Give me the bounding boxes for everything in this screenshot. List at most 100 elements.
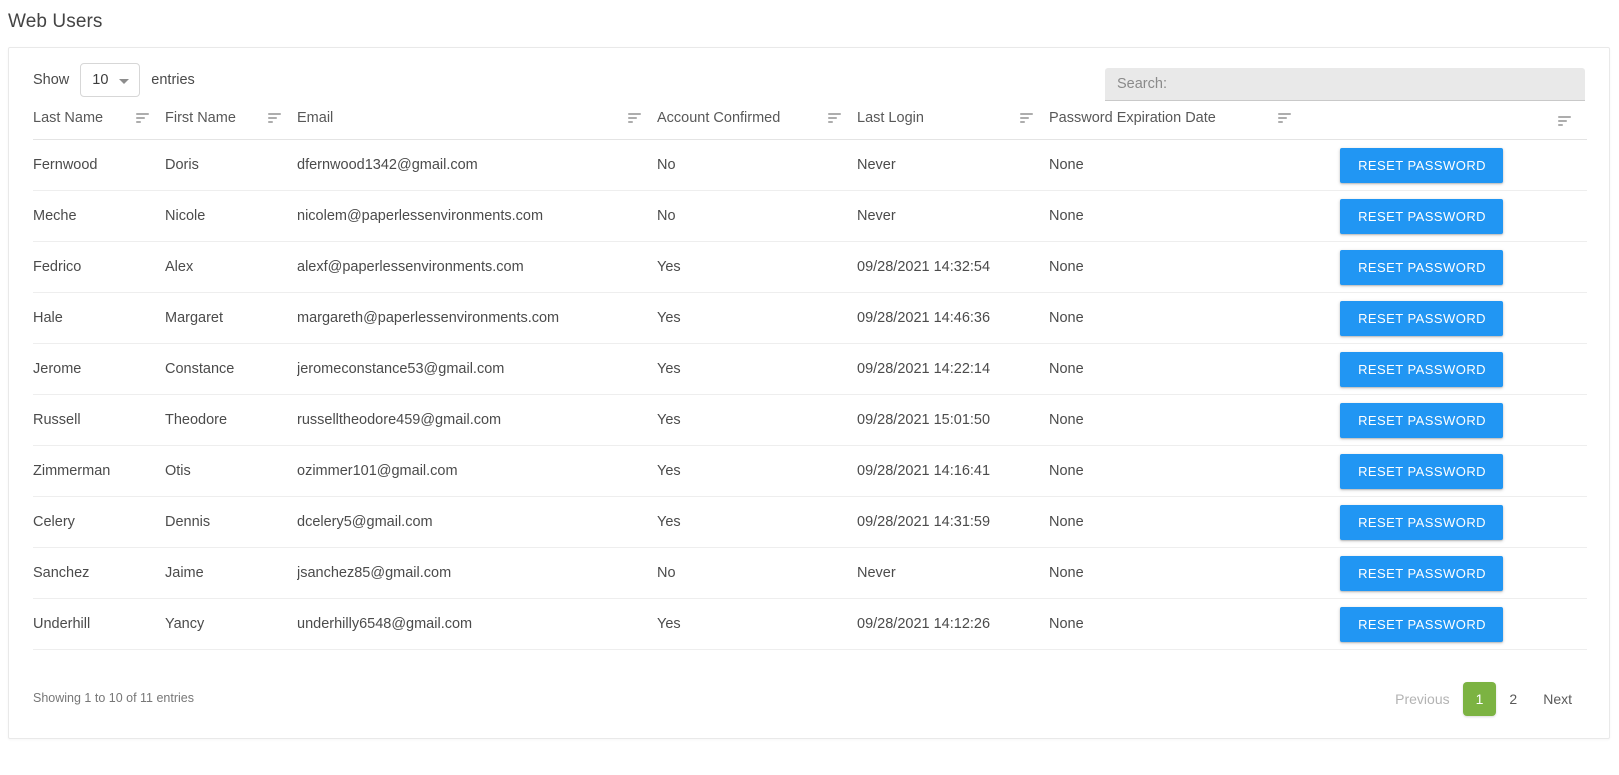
cell-first-name: Theodore — [165, 394, 297, 446]
cell-account-confirmed: Yes — [657, 496, 857, 548]
pagination-page-1[interactable]: 1 — [1462, 682, 1497, 716]
reset-password-button[interactable]: RESET PASSWORD — [1340, 453, 1503, 489]
reset-password-button[interactable]: RESET PASSWORD — [1340, 147, 1503, 183]
sort-descending-icon[interactable] — [1558, 116, 1571, 126]
table-row: Russell Theodore russelltheodore459@gmai… — [33, 394, 1587, 446]
cell-actions: RESET PASSWORD — [1307, 394, 1587, 446]
table-row: Meche Nicole nicolem@paperlessenvironmen… — [33, 190, 1587, 242]
pagination-next[interactable]: Next — [1530, 684, 1585, 714]
sort-descending-icon[interactable] — [828, 113, 841, 123]
cell-actions: RESET PASSWORD — [1307, 598, 1587, 650]
cell-last-name: Zimmerman — [33, 445, 165, 497]
reset-password-button[interactable]: RESET PASSWORD — [1340, 198, 1503, 234]
reset-password-button[interactable]: RESET PASSWORD — [1340, 300, 1503, 336]
cell-email: alexf@paperlessenvironments.com — [297, 241, 657, 293]
table-row: Fedrico Alex alexf@paperlessenvironments… — [33, 241, 1587, 293]
column-label: Password Expiration Date — [1049, 110, 1216, 126]
cell-password-expiration-date: None — [1049, 292, 1307, 344]
column-label: Account Confirmed — [657, 110, 781, 126]
reset-password-button[interactable]: RESET PASSWORD — [1340, 249, 1503, 285]
web-users-table: Last Name First Name Email Account Confi… — [33, 110, 1587, 650]
sort-descending-icon[interactable] — [1278, 113, 1291, 123]
reset-password-button[interactable]: RESET PASSWORD — [1340, 351, 1503, 387]
cell-actions: RESET PASSWORD — [1307, 343, 1587, 395]
entries-info: Showing 1 to 10 of 11 entries — [33, 691, 194, 705]
cell-email: dfernwood1342@gmail.com — [297, 139, 657, 191]
cell-account-confirmed: Yes — [657, 292, 857, 344]
table-row: Underhill Yancy underhilly6548@gmail.com… — [33, 598, 1587, 650]
cell-last-login: 09/28/2021 14:12:26 — [857, 598, 1049, 650]
cell-first-name: Yancy — [165, 598, 297, 650]
cell-actions: RESET PASSWORD — [1307, 496, 1587, 548]
pagination-page-2[interactable]: 2 — [1496, 682, 1530, 716]
sort-descending-icon[interactable] — [628, 113, 641, 123]
column-label: Last Name — [33, 110, 104, 126]
cell-password-expiration-date: None — [1049, 394, 1307, 446]
cell-last-name: Underhill — [33, 598, 165, 650]
table-row: Celery Dennis dcelery5@gmail.com Yes 09/… — [33, 496, 1587, 548]
reset-password-button[interactable]: RESET PASSWORD — [1340, 555, 1503, 591]
reset-password-button[interactable]: RESET PASSWORD — [1340, 606, 1503, 642]
cell-password-expiration-date: None — [1049, 241, 1307, 293]
sort-descending-icon[interactable] — [268, 113, 281, 123]
entries-per-page-select[interactable]: 10 — [80, 63, 141, 97]
pagination-previous[interactable]: Previous — [1382, 684, 1462, 714]
cell-first-name: Doris — [165, 139, 297, 191]
table-row: Jerome Constance jeromeconstance53@gmail… — [33, 343, 1587, 395]
cell-password-expiration-date: None — [1049, 547, 1307, 599]
column-label: Last Login — [857, 110, 924, 126]
cell-actions: RESET PASSWORD — [1307, 547, 1587, 599]
cell-first-name: Otis — [165, 445, 297, 497]
page-title: Web Users — [8, 11, 103, 32]
column-header-account-confirmed[interactable]: Account Confirmed — [657, 110, 857, 140]
cell-last-name: Hale — [33, 292, 165, 344]
cell-actions: RESET PASSWORD — [1307, 292, 1587, 344]
cell-first-name: Jaime — [165, 547, 297, 599]
table-header-row: Last Name First Name Email Account Confi… — [33, 110, 1587, 140]
cell-last-login: 09/28/2021 14:22:14 — [857, 343, 1049, 395]
cell-email: underhilly6548@gmail.com — [297, 598, 657, 650]
cell-email: jeromeconstance53@gmail.com — [297, 343, 657, 395]
cell-password-expiration-date: None — [1049, 343, 1307, 395]
column-header-first-name[interactable]: First Name — [165, 110, 297, 140]
cell-password-expiration-date: None — [1049, 190, 1307, 242]
sort-descending-icon[interactable] — [136, 113, 149, 123]
cell-last-login: 09/28/2021 14:46:36 — [857, 292, 1049, 344]
cell-password-expiration-date: None — [1049, 598, 1307, 650]
cell-account-confirmed: Yes — [657, 394, 857, 446]
show-label: Show — [33, 72, 70, 88]
reset-password-button[interactable]: RESET PASSWORD — [1340, 504, 1503, 540]
entries-label: entries — [151, 72, 195, 88]
cell-last-login: 09/28/2021 14:32:54 — [857, 241, 1049, 293]
cell-actions: RESET PASSWORD — [1307, 139, 1587, 191]
cell-last-login: Never — [857, 139, 1049, 191]
cell-first-name: Nicole — [165, 190, 297, 242]
search-input[interactable] — [1105, 68, 1585, 101]
cell-last-login: 09/28/2021 14:31:59 — [857, 496, 1049, 548]
sort-descending-icon[interactable] — [1020, 113, 1033, 123]
cell-actions: RESET PASSWORD — [1307, 190, 1587, 242]
reset-password-button[interactable]: RESET PASSWORD — [1340, 402, 1503, 438]
column-header-last-login[interactable]: Last Login — [857, 110, 1049, 140]
table-row: Hale Margaret margareth@paperlessenviron… — [33, 292, 1587, 344]
table-body: Fernwood Doris dfernwood1342@gmail.com N… — [33, 139, 1587, 650]
column-label: Email — [297, 110, 334, 126]
column-header-email[interactable]: Email — [297, 110, 657, 140]
column-header-last-name[interactable]: Last Name — [33, 110, 165, 140]
cell-first-name: Constance — [165, 343, 297, 395]
cell-account-confirmed: Yes — [657, 445, 857, 497]
cell-last-name: Russell — [33, 394, 165, 446]
column-label: First Name — [165, 110, 236, 126]
cell-last-login: 09/28/2021 14:16:41 — [857, 445, 1049, 497]
cell-email: margareth@paperlessenvironments.com — [297, 292, 657, 344]
entries-per-page-value: 10 — [92, 72, 109, 88]
cell-last-name: Fedrico — [33, 241, 165, 293]
table-row: Sanchez Jaime jsanchez85@gmail.com No Ne… — [33, 547, 1587, 599]
cell-account-confirmed: Yes — [657, 343, 857, 395]
cell-password-expiration-date: None — [1049, 139, 1307, 191]
cell-account-confirmed: Yes — [657, 598, 857, 650]
column-header-password-expiration-date[interactable]: Password Expiration Date — [1049, 110, 1307, 140]
column-header-actions[interactable] — [1307, 110, 1587, 140]
cell-first-name: Alex — [165, 241, 297, 293]
cell-last-login: 09/28/2021 15:01:50 — [857, 394, 1049, 446]
